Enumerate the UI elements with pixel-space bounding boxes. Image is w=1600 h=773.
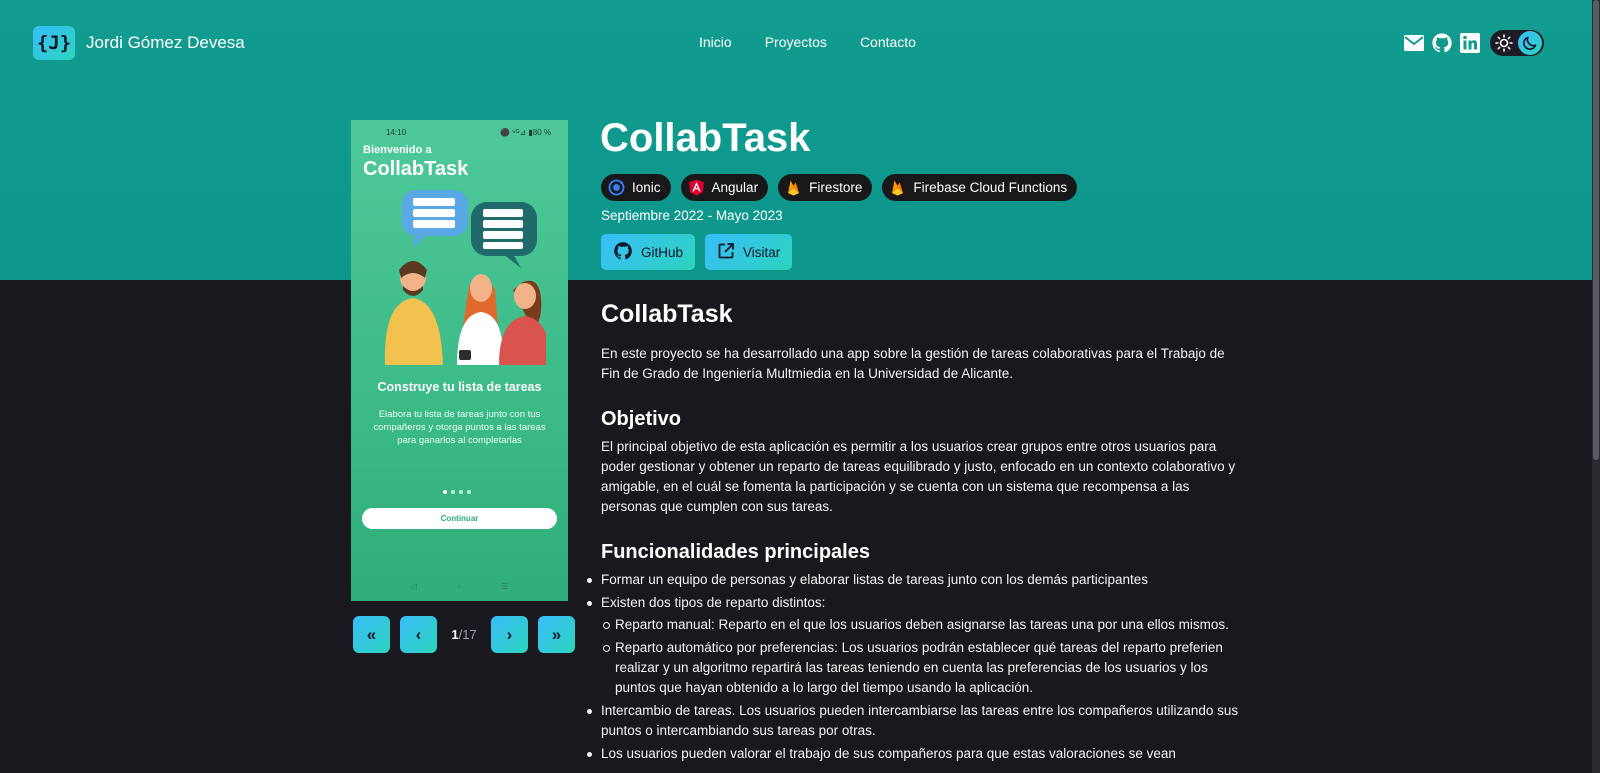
scrollbar-thumb[interactable] (1593, 0, 1599, 460)
nav-link-inicio[interactable]: Inicio (699, 34, 732, 50)
phone-status-indicators: ⚫ ⁵ᴳ⊿ ▮80 % (499, 128, 551, 137)
list-item: Los usuarios pueden valorar el trabajo d… (587, 744, 1241, 764)
features-list: Formar un equipo de personas y elaborar … (587, 570, 1241, 764)
pager-current: 1 (451, 627, 459, 642)
page-scrollbar[interactable] (1592, 0, 1600, 773)
phone-nav-bar: ◁ ○ ☰ (351, 582, 568, 591)
firebase-icon (785, 179, 802, 196)
tag-label: Firebase Cloud Functions (913, 180, 1068, 195)
visit-link-button[interactable]: Visitar (705, 234, 793, 270)
brand-name: Jordi Gómez Devesa (86, 33, 245, 52)
prev-image-button[interactable]: ‹ (400, 616, 437, 653)
phone-dot (443, 490, 447, 494)
moon-icon (1518, 31, 1542, 55)
phone-dot (451, 490, 455, 494)
tag-firebase-cloud-functions: Firebase Cloud Functions (882, 174, 1078, 201)
top-navbar: {J} Jordi Gómez Devesa Inicio Proyectos … (0, 0, 1592, 86)
project-description: CollabTask En este proyecto se ha desarr… (587, 300, 1241, 767)
phone-status-bar: 14:10 ⚫ ⁵ᴳ⊿ ▮80 % (351, 128, 568, 137)
phone-app-name: CollabTask (363, 158, 469, 180)
visit-link-label: Visitar (743, 244, 781, 260)
project-title: CollabTask (600, 116, 811, 160)
mail-icon[interactable] (1403, 34, 1425, 52)
github-link-label: GitHub (641, 244, 684, 260)
sun-icon (1492, 31, 1516, 55)
nav-link-contacto[interactable]: Contacto (860, 34, 916, 50)
github-link-button[interactable]: GitHub (601, 234, 696, 270)
phone-menu-icon: ☰ (501, 582, 509, 591)
chevron-right-icon: › (506, 624, 513, 644)
list-item: Existen dos tipos de reparto distintos: … (587, 593, 1241, 698)
nav-link-proyectos[interactable]: Proyectos (765, 34, 827, 50)
last-image-button[interactable]: » (538, 616, 575, 653)
project-dates: Septiembre 2022 - Mayo 2023 (601, 208, 783, 223)
first-image-button[interactable]: « (353, 616, 390, 653)
chevrons-right-icon: » (551, 624, 562, 644)
tag-label: Firestore (809, 180, 863, 195)
objective-text: El principal objetivo de esta aplicación… (601, 439, 1236, 514)
tag-angular: Angular (680, 174, 769, 201)
phone-headline: Construye tu lista de tareas (377, 380, 542, 394)
next-image-button[interactable]: › (491, 616, 528, 653)
article-intro: En este proyecto se ha desarrollado una … (601, 346, 1225, 381)
brand-home-link[interactable]: {J} Jordi Gómez Devesa (33, 26, 245, 60)
linkedin-icon[interactable] (1459, 32, 1481, 54)
screenshot-carousel-controls: « ‹ 1/17 › » (353, 616, 575, 653)
sub-features-list: Reparto manual: Reparto en el que los us… (601, 615, 1241, 698)
social-links (1403, 32, 1481, 54)
tag-label: Angular (711, 180, 759, 195)
phone-welcome-text: Bienvenido a (363, 144, 432, 156)
objective-heading: Objetivo (601, 408, 682, 430)
list-item: Intercambio de tareas. Los usuarios pued… (587, 701, 1241, 741)
tag-ionic: Ionic (601, 174, 671, 201)
github-icon[interactable] (1431, 32, 1453, 54)
phone-body-text: Elabora tu lista de tareas junto con tus… (373, 409, 546, 446)
phone-dot (459, 490, 463, 494)
external-link-icon (717, 242, 735, 263)
list-item: Formar un equipo de personas y elaborar … (587, 570, 1241, 590)
list-item: Reparto automático por preferencias: Los… (603, 638, 1241, 698)
tag-firestore: Firestore (778, 174, 873, 201)
brand-logo: {J} (33, 26, 75, 60)
github-icon (613, 241, 633, 264)
ionic-icon (608, 179, 625, 196)
chevron-left-icon: ‹ (415, 624, 422, 644)
firebase-icon (889, 179, 906, 196)
phone-continue-button: Continuar (362, 508, 557, 529)
chevrons-left-icon: « (366, 624, 377, 644)
angular-icon (688, 179, 705, 196)
phone-dot (467, 490, 471, 494)
tech-tags: Ionic Angular Firestore Firebase Cloud F… (601, 174, 1078, 201)
pager-total: /17 (458, 627, 477, 642)
phone-home-icon: ○ (456, 582, 462, 591)
features-heading: Funcionalidades principales (601, 541, 870, 563)
image-pager: 1/17 (437, 627, 491, 642)
project-screenshot: 14:10 ⚫ ⁵ᴳ⊿ ▮80 % Bienvenido a CollabTas… (351, 120, 568, 601)
phone-page-dots (443, 490, 471, 494)
phone-back-icon: ◁ (410, 582, 417, 591)
theme-toggle[interactable] (1490, 30, 1544, 56)
phone-status-time: 14:10 (386, 128, 407, 137)
project-links: GitHub Visitar (601, 234, 793, 270)
tag-label: Ionic (632, 180, 661, 195)
article-heading: CollabTask (601, 300, 733, 328)
list-item: Reparto manual: Reparto en el que los us… (603, 615, 1241, 635)
nav-links: Inicio Proyectos Contacto (699, 34, 916, 50)
